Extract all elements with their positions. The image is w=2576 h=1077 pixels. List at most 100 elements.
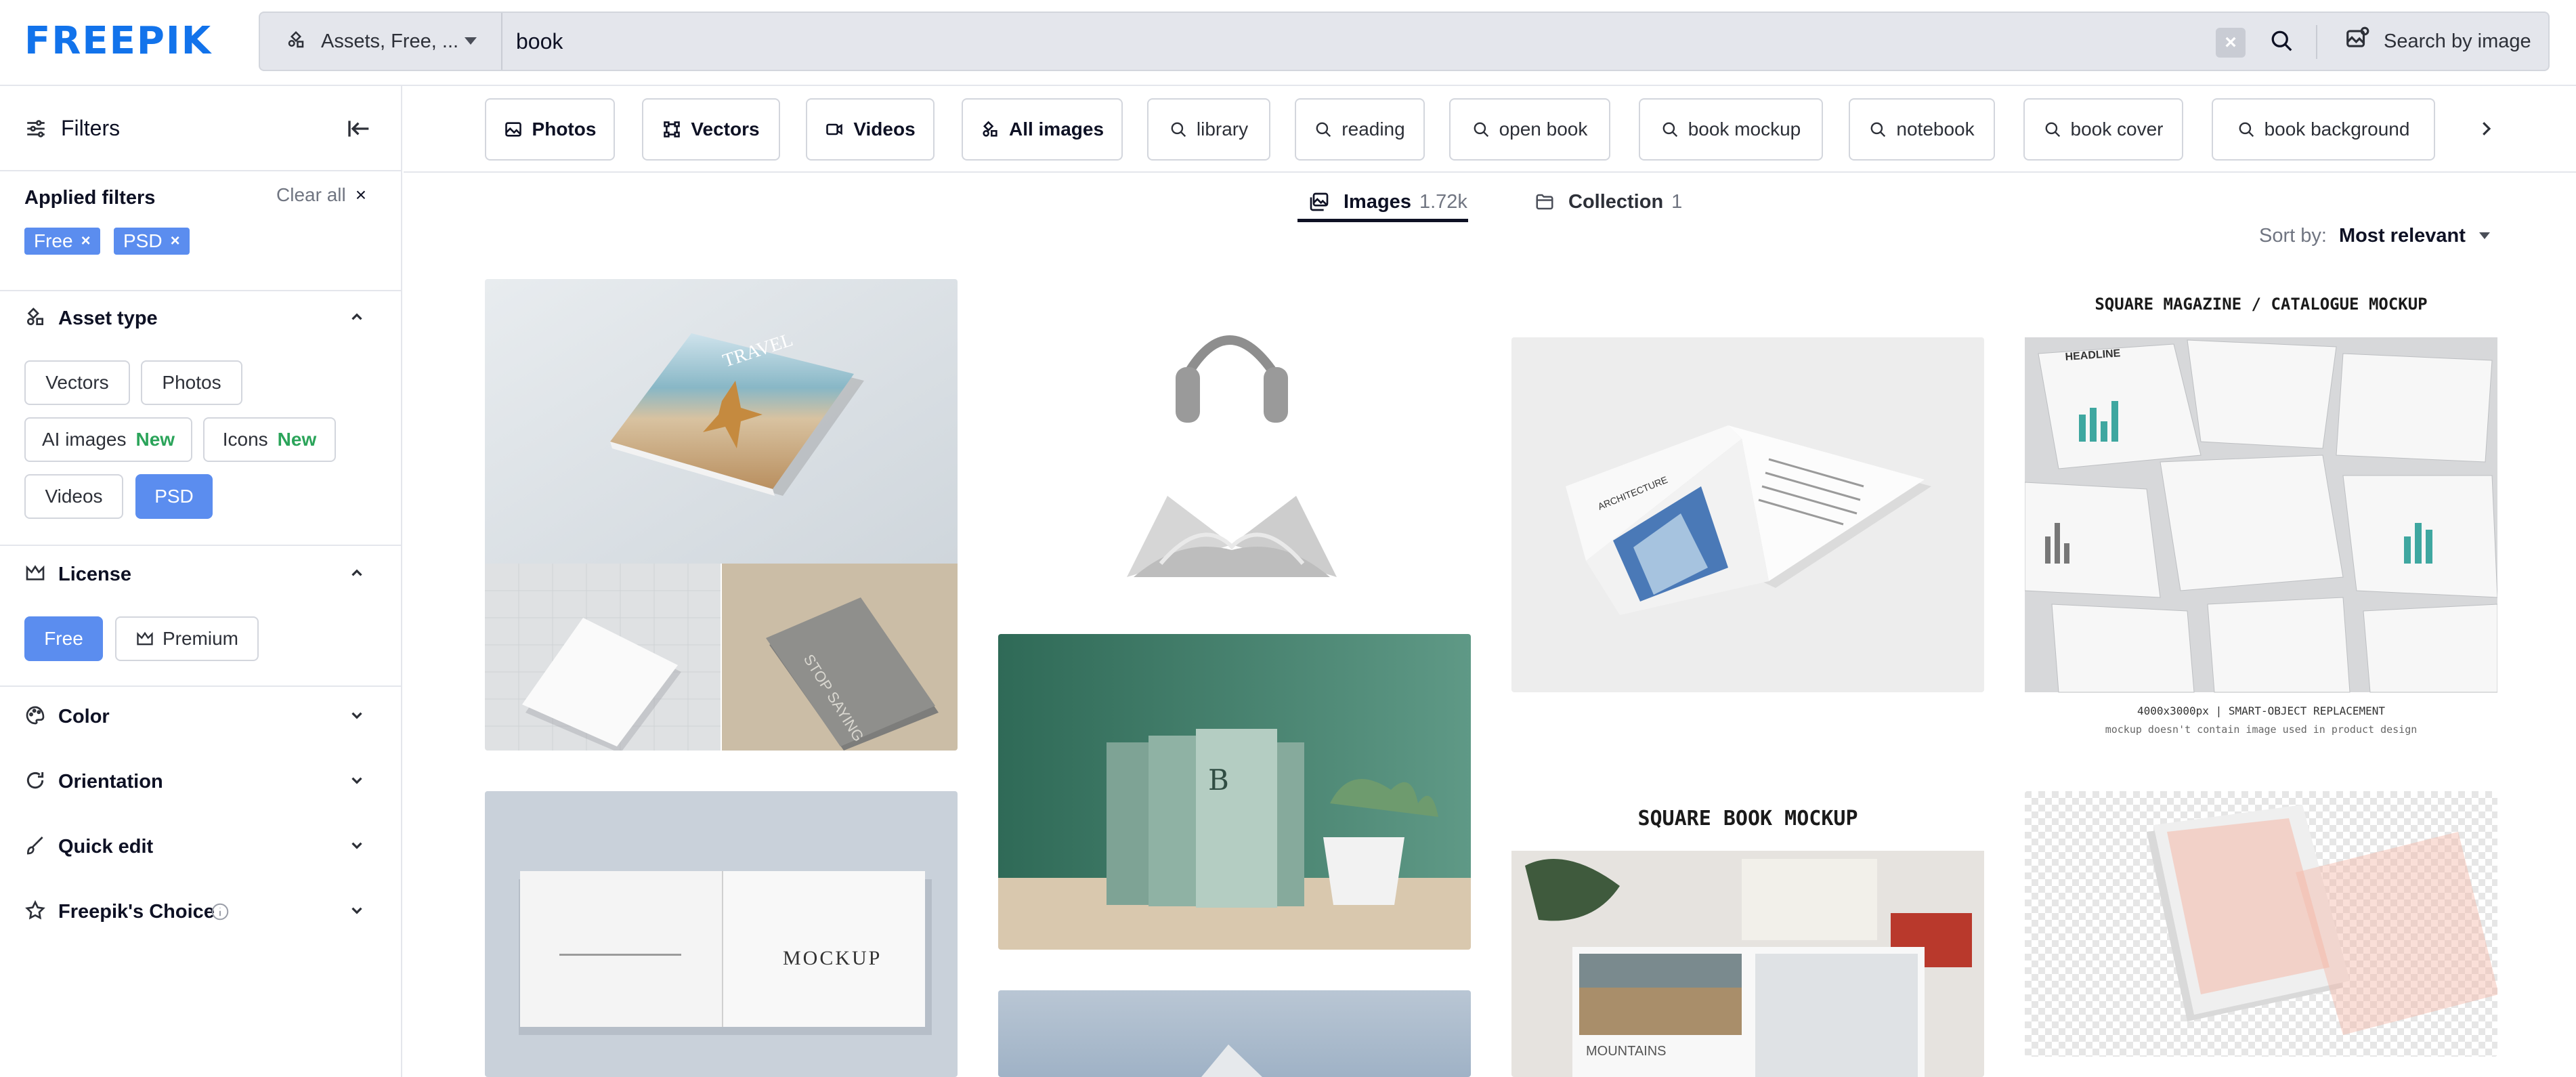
divider [0,290,401,291]
images-icon [1308,191,1330,213]
star-icon [24,900,46,925]
result-card-book-partial[interactable] [998,990,1471,1077]
mountains-caption: MOUNTAINS [1586,1044,1667,1059]
orientation-title: Orientation [58,770,163,793]
square-magazine-caption-2: mockup doesn't contain image used in pro… [2105,723,2418,736]
palette-icon [24,704,46,730]
freepiks-choice-header[interactable]: Freepik's Choice [0,891,401,932]
all-images-icon [981,120,1000,139]
license-title: License [58,563,131,585]
result-card-architecture-magazine[interactable]: ARCHITECTURE [1511,337,1984,692]
button-label: PSD [154,486,194,507]
book-partial-image [998,990,1471,1077]
license-free-button[interactable]: Free [24,616,103,661]
asset-icons-button[interactable]: Icons New [203,417,336,462]
asset-videos-button[interactable]: Videos [24,474,123,519]
search-icon [1661,121,1679,138]
divider [2316,25,2317,59]
booklet-mockup-image: MOCKUP [485,791,958,1077]
license-header[interactable]: License [0,554,401,595]
category-photos[interactable]: Photos [485,98,615,161]
result-card-square-book-mockup[interactable]: SQUARE BOOK MOCKUP MOUNTAINS [1511,791,1984,1077]
applied-chip-psd[interactable]: PSD × [114,228,190,255]
sort-dropdown[interactable]: Sort by: Most relevant [2259,219,2490,252]
asset-ai-images-button[interactable]: AI images New [24,417,192,462]
quick-edit-title: Quick edit [58,835,154,858]
suggestion-reading[interactable]: reading [1295,98,1425,161]
search-icon [2269,28,2294,56]
asset-vectors-button[interactable]: Vectors [24,360,130,405]
remove-icon: × [81,232,91,250]
orientation-header[interactable]: Orientation [0,761,401,802]
square-book-title: SQUARE BOOK MOCKUP [1637,807,1858,830]
video-icon [825,120,844,139]
result-card-booklet-mockup[interactable]: MOCKUP [485,791,958,1077]
info-icon[interactable] [210,902,230,922]
tab-images[interactable]: Images 1.72k [1308,180,1467,224]
asset-photos-button[interactable]: Photos [141,360,242,405]
tab-collection[interactable]: Collection 1 [1534,180,1682,224]
close-icon: × [2225,31,2237,54]
suggestion-library[interactable]: library [1147,98,1270,161]
suggestion-label: open book [1499,119,1588,140]
suggestion-label: book background [2264,119,2410,140]
asset-psd-button[interactable]: PSD [135,474,213,519]
search-bar: Assets, Free, ... × Search by image [259,12,2550,71]
collapse-sidebar-button[interactable] [343,113,377,147]
chevron-down-icon [348,902,366,923]
category-all-images[interactable]: All images [962,98,1123,161]
category-next-button[interactable] [2469,113,2503,147]
square-book-mockup-image: SQUARE BOOK MOCKUP MOUNTAINS [1511,791,1984,1077]
chip-label: Free [34,230,73,251]
result-card-travel-book[interactable]: TRAVEL STOP SAYING [485,279,958,751]
applied-chip-free[interactable]: Free × [24,228,100,255]
freepik-logo[interactable]: FREEPIK [24,19,212,63]
green-books-image: B [998,634,1471,950]
suggestion-book-mockup[interactable]: book mockup [1639,98,1823,161]
suggestion-open-book[interactable]: open book [1449,98,1610,161]
new-badge: New [135,429,175,450]
caret-down-icon [465,37,477,45]
square-magazine-image: SQUARE MAGAZINE / CATALOGUE MOCKUP HEADL… [2025,279,2497,748]
clear-search-button[interactable]: × [2216,28,2246,58]
svg-text:B: B [1208,763,1229,797]
mockup-title: MOCKUP [783,947,882,969]
search-icon [1869,121,1887,138]
suggestion-label: book mockup [1688,119,1801,140]
vector-icon [662,120,681,139]
category-videos[interactable]: Videos [806,98,935,161]
suggestion-notebook[interactable]: notebook [1849,98,1995,161]
tab-count: 1.72k [1419,190,1467,213]
color-header[interactable]: Color [0,696,401,737]
button-label: Icons [222,429,268,450]
result-card-headphones-book[interactable] [998,279,1471,593]
suggestion-book-background[interactable]: book background [2212,98,2435,161]
result-card-transparent-book[interactable] [2025,791,2497,1057]
asset-type-header[interactable]: Asset type [0,298,401,339]
search-by-image-button[interactable]: Search by image [2344,22,2531,60]
tab-label: Images [1344,190,1411,213]
quick-edit-header[interactable]: Quick edit [0,826,401,867]
button-label: Photos [162,372,221,393]
asset-type-title: Asset type [58,307,158,329]
new-badge: New [277,429,317,450]
asset-type-select[interactable]: Assets, Free, ... [260,13,502,70]
filters-title: Filters [61,116,121,140]
suggestion-book-cover[interactable]: book cover [2023,98,2183,161]
assets-icon [286,30,306,54]
button-label: Premium [162,628,238,649]
result-card-square-magazine[interactable]: SQUARE MAGAZINE / CATALOGUE MOCKUP HEADL… [2025,279,2497,748]
result-card-green-books[interactable]: B [998,634,1471,950]
image-search-icon [2344,26,2370,57]
button-label: Free [44,628,83,649]
chevron-up-icon [348,308,366,329]
license-premium-button[interactable]: Premium [115,616,259,661]
tab-label: Collection [1568,190,1664,213]
search-input[interactable] [516,21,2209,62]
filters-header: Filters [0,86,401,171]
category-vectors[interactable]: Vectors [642,98,780,161]
search-icon [2044,121,2061,138]
suggestion-label: book cover [2070,119,2164,140]
search-button[interactable] [2264,25,2298,59]
crown-icon [24,562,46,587]
